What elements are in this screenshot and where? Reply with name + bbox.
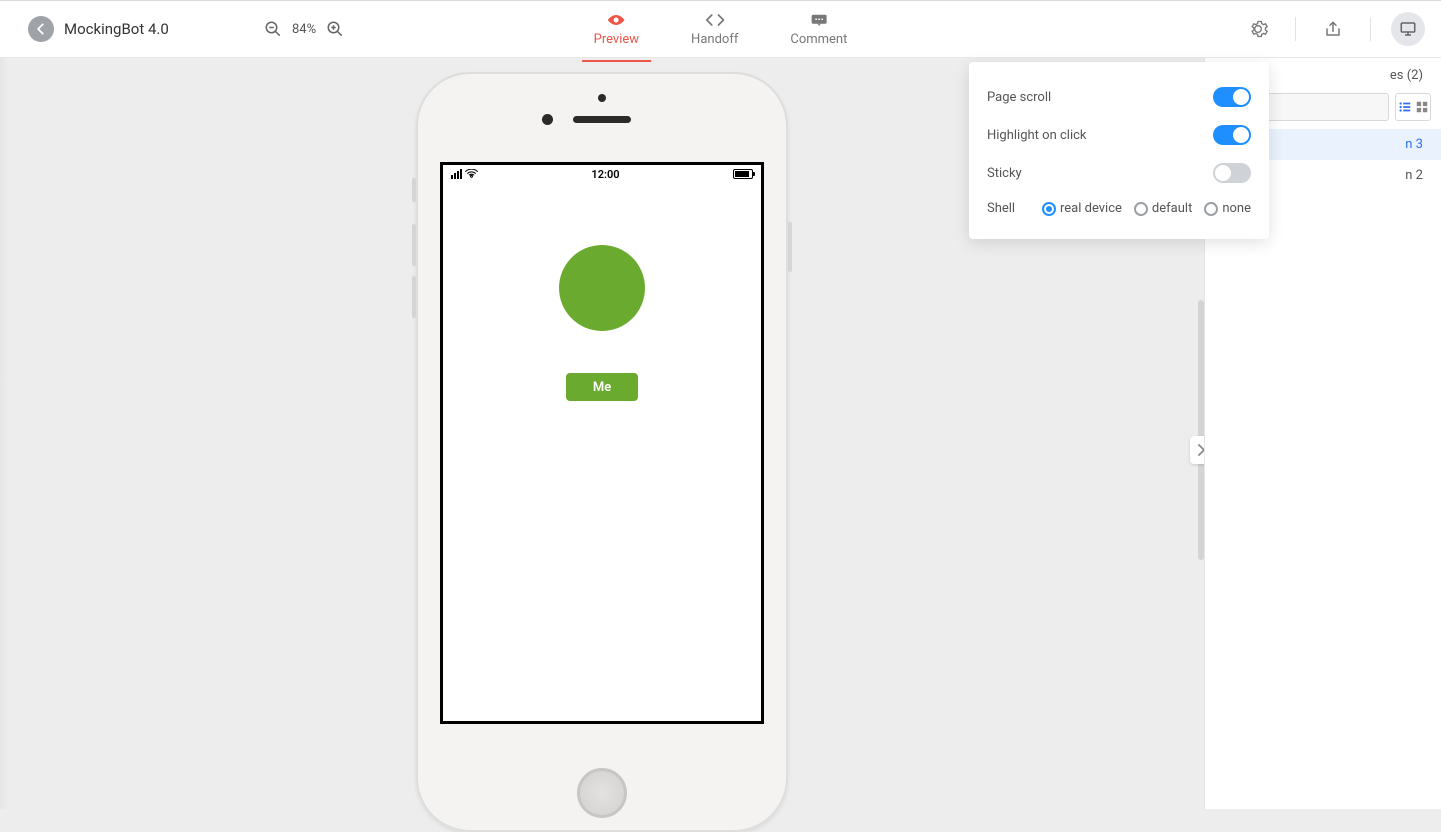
zoom-out-button[interactable] [262,18,284,40]
tab-label: Preview [594,32,639,47]
highlight-toggle[interactable] [1213,125,1251,145]
tab-preview[interactable]: Preview [590,6,643,53]
device-screen[interactable]: 12:00 Me [440,162,764,724]
battery-icon [733,169,753,179]
shell-default-radio[interactable]: default [1134,201,1192,216]
screen-content[interactable]: Me [443,183,761,721]
tab-label: Comment [790,32,847,47]
zoom-percent: 84% [292,22,316,37]
shell-real-device-radio[interactable]: real device [1042,201,1122,216]
grid-view-button[interactable] [1413,94,1430,120]
radio-icon [1042,202,1056,216]
share-button[interactable] [1316,12,1350,46]
home-button[interactable] [577,768,627,818]
code-icon [705,12,725,28]
mute-switch [412,178,416,202]
toolbar-right [1241,12,1425,46]
tab-comment[interactable]: Comment [786,6,851,53]
gear-icon [1248,19,1268,39]
view-toggle [1395,93,1431,121]
device-frame: 12:00 Me [416,72,788,832]
earpiece [573,116,631,123]
power-button [788,222,792,272]
zoom-out-icon [264,20,282,38]
comment-icon [810,12,828,28]
proximity-sensor [598,94,606,102]
avatar-circle[interactable] [559,245,645,331]
radio-icon [1134,202,1148,216]
mode-tabs: Preview Handoff Comment [590,1,852,57]
tab-handoff[interactable]: Handoff [687,6,742,53]
monitor-icon [1399,20,1417,38]
left-edge-shadow [0,58,8,809]
setting-label: Shell [987,201,1015,216]
signal-icon [451,169,462,179]
front-camera [542,114,553,125]
wifi-icon [465,169,478,179]
list-view-button[interactable] [1396,94,1413,120]
divider [1370,17,1371,41]
setting-label: Highlight on click [987,128,1087,143]
volume-up [412,224,416,266]
zoom-in-icon [326,20,344,38]
phone-body: 12:00 Me [416,72,788,832]
status-time: 12:00 [591,168,619,181]
sticky-toggle[interactable] [1213,163,1251,183]
app-title: MockingBot 4.0 [64,20,169,38]
divider [1295,17,1296,41]
shell-none-radio[interactable]: none [1204,201,1251,216]
me-button[interactable]: Me [566,373,638,401]
share-icon [1324,20,1342,38]
grid-icon [1415,100,1429,114]
back-button[interactable] [28,16,54,42]
page-scroll-toggle[interactable] [1213,87,1251,107]
status-bar: 12:00 [443,165,761,183]
present-button[interactable] [1391,12,1425,46]
tab-label: Handoff [691,32,738,47]
top-bar: MockingBot 4.0 84% Preview Handoff Comm [0,0,1441,58]
volume-down [412,276,416,318]
settings-button[interactable] [1241,12,1275,46]
setting-label: Page scroll [987,90,1051,105]
radio-icon [1204,202,1218,216]
list-icon [1398,100,1412,114]
chevron-left-icon [34,22,48,36]
zoom-controls: 84% [262,18,346,40]
setting-label: Sticky [987,166,1022,181]
eye-icon [606,12,626,28]
shell-radio-group: real device default none [1042,201,1251,216]
zoom-in-button[interactable] [324,18,346,40]
settings-popover: Page scroll Highlight on click Sticky Sh… [969,62,1269,239]
